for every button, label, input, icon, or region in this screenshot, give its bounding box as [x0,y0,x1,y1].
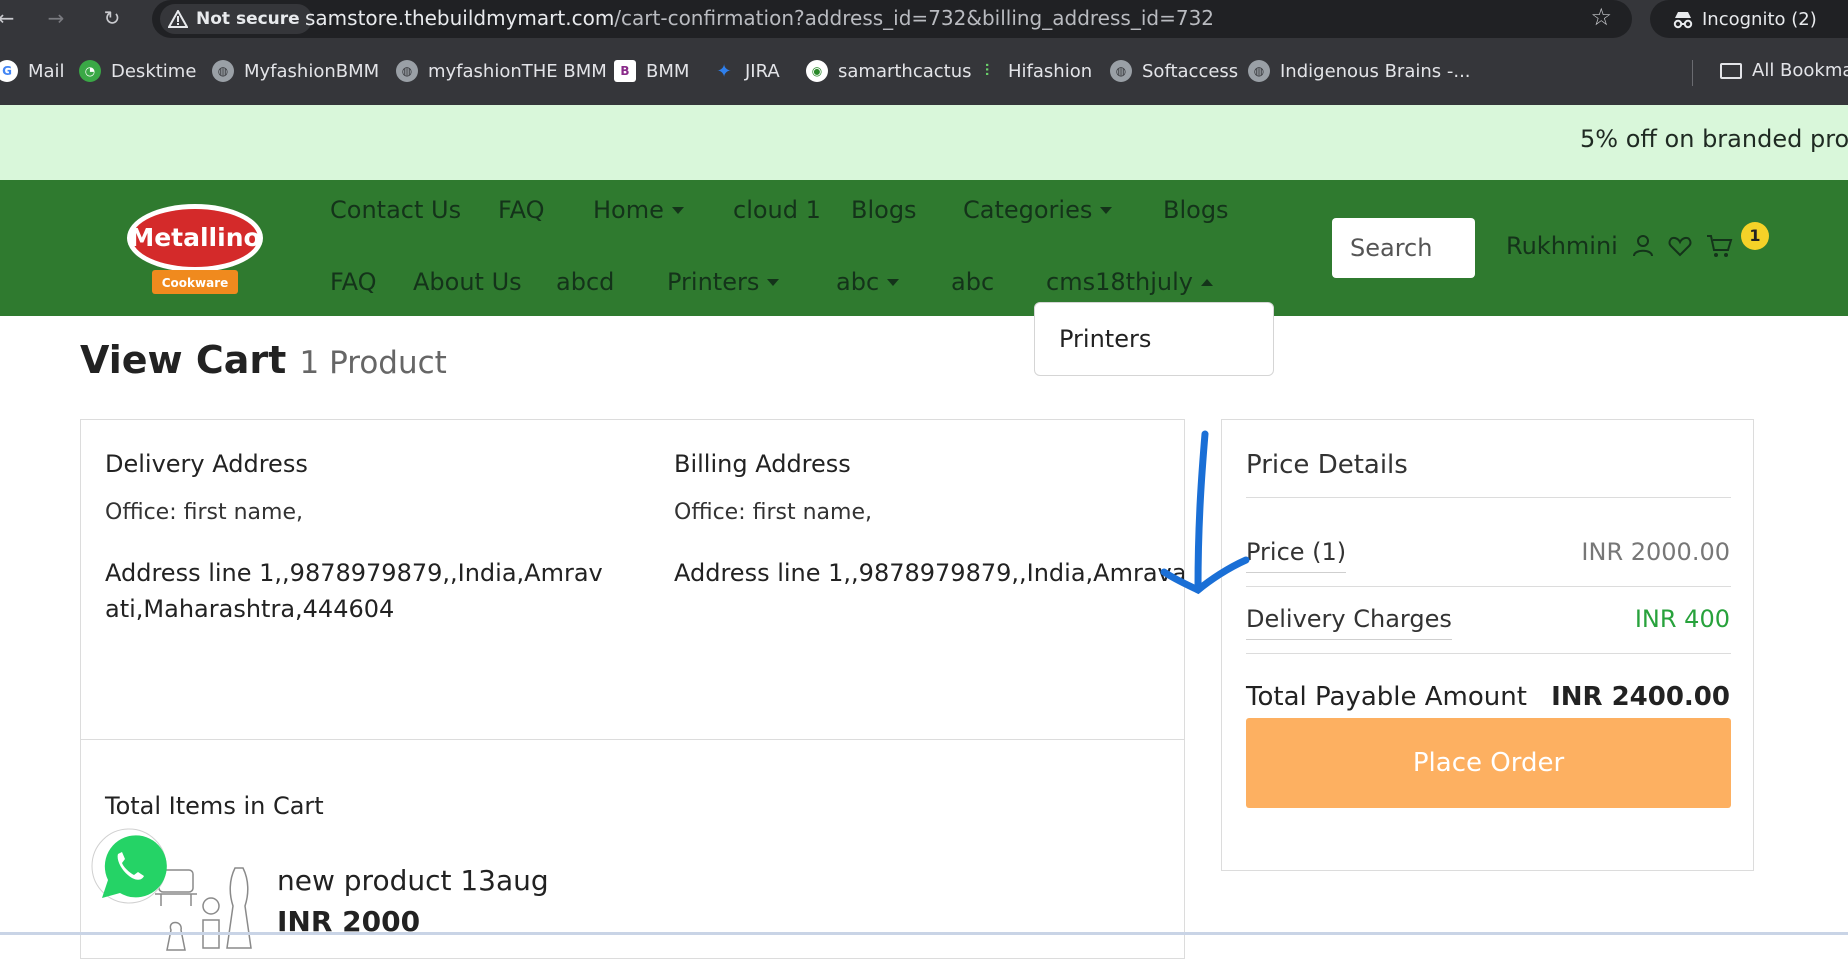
user-menu[interactable]: Rukhmini [1506,232,1734,260]
forward-icon[interactable]: → [42,4,70,32]
nav-abcd[interactable]: abcd [556,268,614,296]
back-icon[interactable]: ← [0,4,20,32]
chevron-down-icon [671,206,684,214]
browser-toolbar: ← → ↻ Not secure samstore.thebuildmymart… [0,0,1848,38]
chevron-down-icon [887,278,900,286]
whatsapp-icon[interactable] [88,826,170,908]
globe-icon: ◍ [212,60,234,82]
nav-cms18thjuly[interactable]: cms18thjuly [1046,268,1213,296]
url-text[interactable]: samstore.thebuildmymart.com/cart-confirm… [305,0,1214,36]
place-order-button[interactable]: Place Order [1246,718,1731,808]
price-value: INR 2000.00 [1581,538,1730,566]
warning-icon [168,10,188,28]
bookmark-myfashionthebmm[interactable]: ◍ myfashionTHE BMM [396,60,607,82]
cart-count-badge: 1 [1741,222,1769,250]
bookmarks-separator [1692,60,1693,86]
heart-icon[interactable] [1668,235,1692,257]
nav-about-us[interactable]: About Us [413,268,522,296]
search-input[interactable] [1332,218,1475,278]
nav-faq-2[interactable]: FAQ [330,268,377,296]
bookmark-softaccess[interactable]: ◍ Softaccess [1110,60,1238,82]
nav-blogs[interactable]: Blogs [851,196,917,224]
address-bar[interactable]: Not secure samstore.thebuildmymart.com/c… [152,0,1632,38]
globe-icon: ◍ [1110,60,1132,82]
bookmark-samarthcactus[interactable]: ◉ samarthcactus [806,60,972,82]
metallino-logo[interactable]: Metallino Cookware [124,202,266,300]
nav-printers[interactable]: Printers [667,268,780,296]
price-row-divider [1246,586,1731,587]
google-icon: G [0,60,18,82]
nav-abc[interactable]: abc [836,268,900,296]
billing-address-title: Billing Address [674,450,851,478]
bookmark-star-icon[interactable]: ☆ [1590,3,1612,31]
desktime-icon: ◔ [79,60,101,82]
logo-text: Metallino [129,223,260,252]
delivery-address: Delivery Address Office: first name, Add… [105,450,605,627]
user-name: Rukhmini [1506,232,1618,260]
delivery-row-divider [1246,653,1731,654]
chevron-down-icon [1100,206,1113,214]
chevron-down-icon [767,278,780,286]
delivery-address-line: Address line 1,,9878979879,,India,Amrava… [105,559,603,623]
site-navbar: Metallino Cookware Contact Us FAQ Home c… [0,180,1848,316]
billing-address-office: Office: first name, [674,500,872,525]
incognito-indicator[interactable]: Incognito (2) [1650,0,1848,38]
bookmark-jira[interactable]: ✦ JIRA [713,60,779,82]
jira-icon: ✦ [716,60,732,82]
bookmark-mail[interactable]: G Mail [0,60,65,82]
total-payable-label: Total Payable Amount [1246,682,1527,712]
user-icon[interactable] [1632,234,1654,258]
bookmark-desktime[interactable]: ◔ Desktime [79,60,196,82]
promo-bar: 5% off on branded prod [0,105,1848,180]
nav-contact-us[interactable]: Contact Us [330,196,461,224]
bookmark-indigenous-brains[interactable]: ◍ Indigenous Brains -... [1248,60,1471,82]
billing-address-line: Address line 1,,9878979879,,India,Amrava… [674,559,1185,587]
incognito-icon [1673,12,1693,29]
bookmark-hifashion[interactable]: ⫶ Hifashion [976,60,1092,82]
nav-categories[interactable]: Categories [963,196,1113,224]
address-and-items-card: Delivery Address Office: first name, Add… [80,419,1185,959]
price-label: Price (1) [1246,538,1347,573]
globe-icon: ◍ [1248,60,1270,82]
bmm-icon: B [614,60,636,82]
product-count: 1 Product [299,345,447,381]
card-divider [81,739,1184,740]
page-title: View Cart 1 Product [80,338,447,382]
price-details-title: Price Details [1246,450,1408,480]
items-title: Total Items in Cart [105,792,324,820]
delivery-charges-value: INR 400 [1634,605,1730,633]
delivery-address-title: Delivery Address [105,450,308,478]
bookmark-all-bookmarks[interactable]: All Bookmarks [1720,60,1848,81]
delivery-address-office: Office: first name, [105,500,303,525]
nav-blogs-2[interactable]: Blogs [1163,196,1229,224]
globe-icon: ◍ [396,60,418,82]
nav-abc-2[interactable]: abc [951,268,994,296]
not-secure-label: Not secure [196,9,300,29]
nav-cloud-1[interactable]: cloud 1 [733,196,821,224]
bookmark-myfashionbmm[interactable]: ◍ MyfashionBMM [212,60,379,82]
promo-text: 5% off on branded prod [1580,125,1848,153]
cms18thjuly-dropdown: Printers [1034,302,1274,376]
reload-icon[interactable]: ↻ [98,4,126,32]
samarthcactus-icon: ◉ [806,60,828,82]
cart-icon[interactable] [1706,233,1734,259]
not-secure-chip[interactable]: Not secure [160,4,312,34]
bookmark-bmm[interactable]: B BMM [614,60,689,82]
price-details-card: Price Details Price (1) INR 2000.00 Deli… [1221,419,1754,871]
incognito-label: Incognito (2) [1702,8,1817,30]
chevron-up-icon [1201,278,1213,286]
nav-home[interactable]: Home [593,196,684,224]
product-name[interactable]: new product 13aug [277,864,549,897]
folder-icon [1720,62,1742,79]
dropdown-item-printers[interactable]: Printers [1059,325,1151,353]
logo-subtext: Cookware [162,276,229,290]
delivery-charges-label: Delivery Charges [1246,605,1452,640]
hifashion-icon: ⫶ [984,61,989,80]
nav-faq[interactable]: FAQ [498,196,545,224]
billing-address: Billing Address Office: first name, Addr… [674,450,1185,591]
total-payable-value: INR 2400.00 [1551,682,1730,712]
price-details-divider [1246,497,1731,498]
